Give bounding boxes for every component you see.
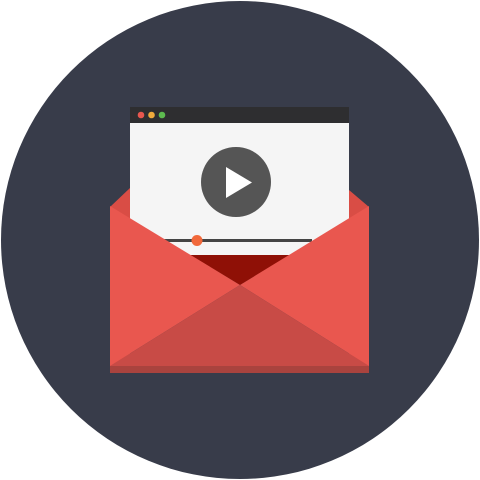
envelope-bottom-edge: [110, 366, 369, 373]
video-email-icon-container: [0, 0, 480, 480]
video-email-icon: [1, 1, 479, 479]
window-minimize-dot: [148, 111, 155, 119]
window-close-dot: [137, 111, 145, 119]
play-icon: [201, 147, 271, 217]
window-maximize-dot: [158, 111, 166, 119]
seek-track: [163, 239, 312, 242]
seek-knob: [191, 235, 203, 246]
